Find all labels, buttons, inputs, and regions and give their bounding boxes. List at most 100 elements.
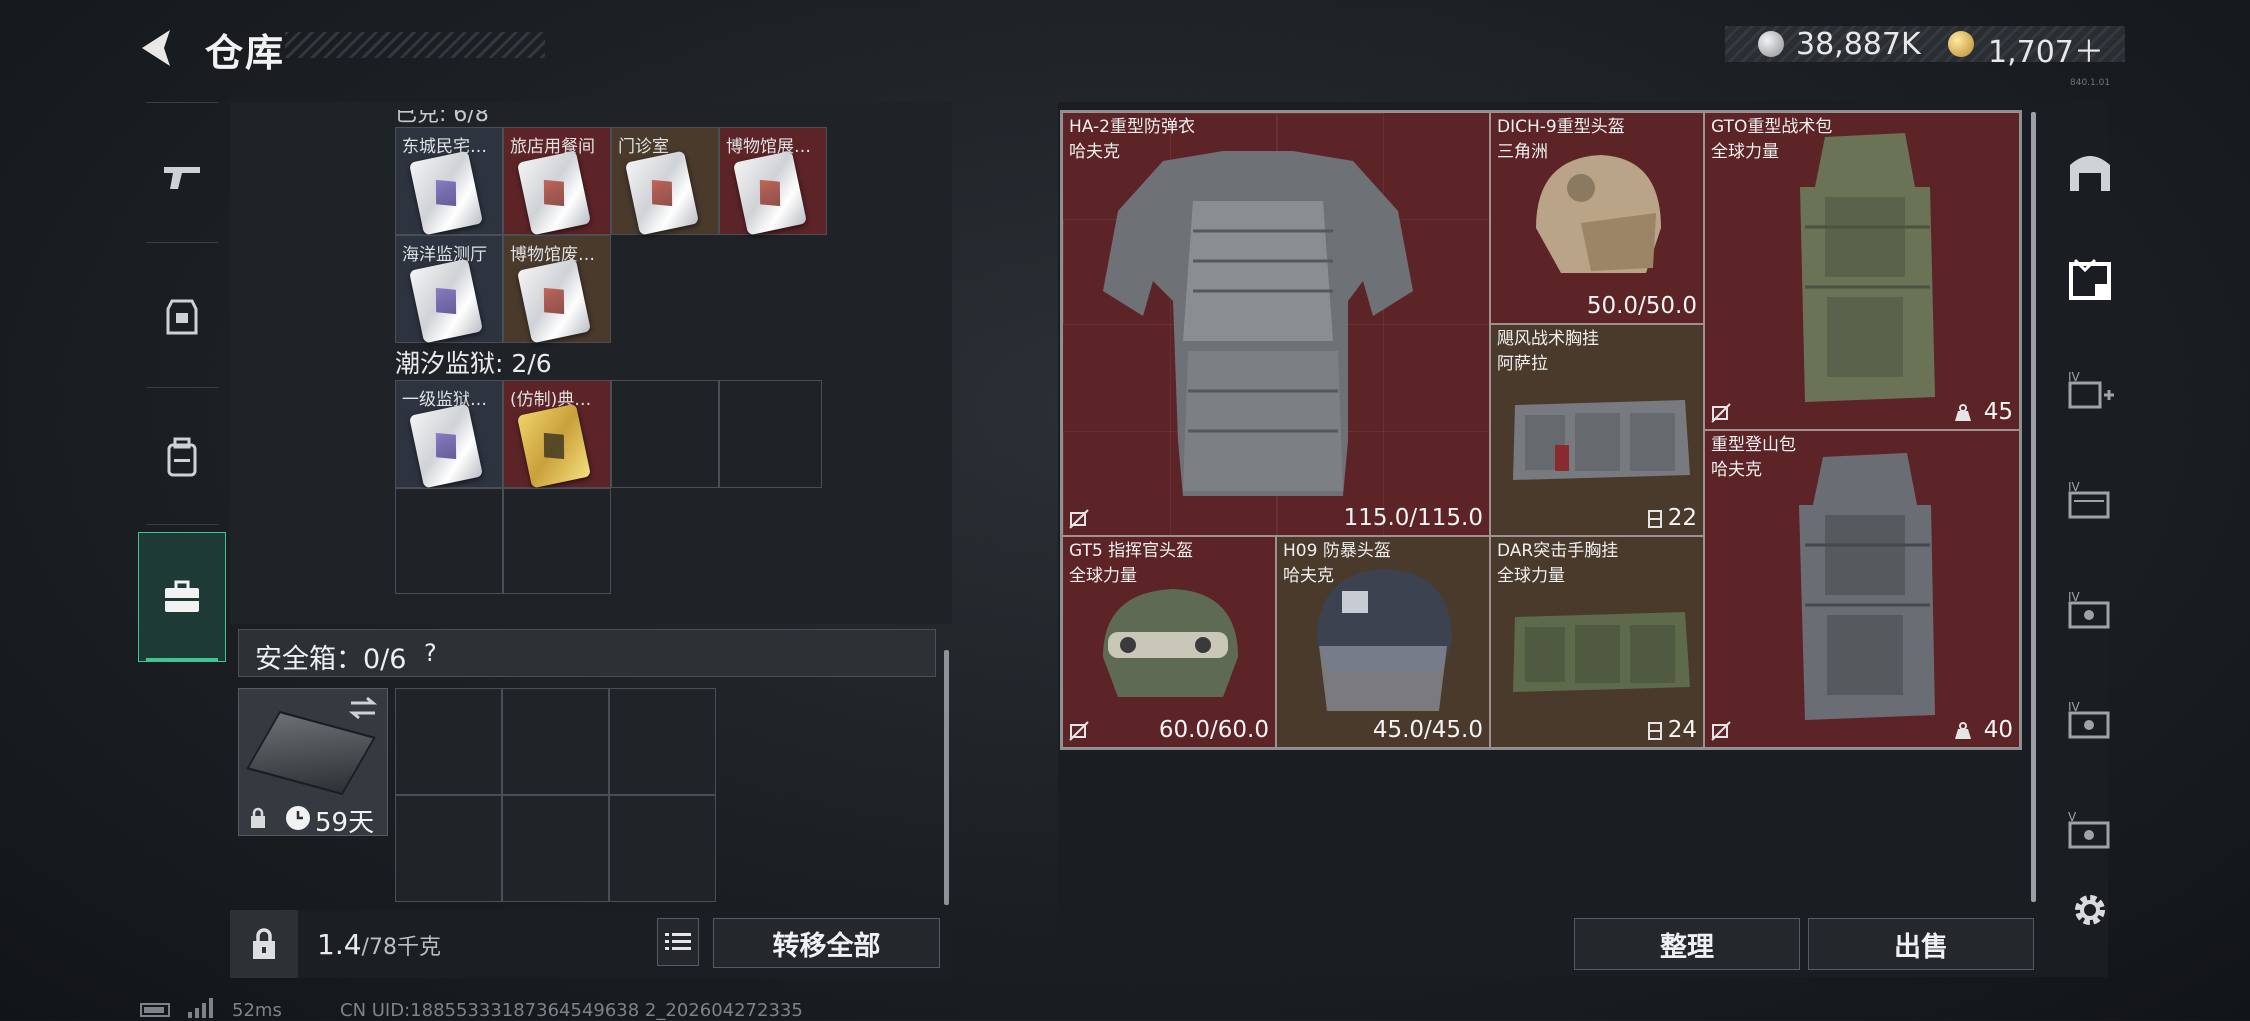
settings-button[interactable] [2045, 870, 2135, 950]
section-label-prison: 潮汐监狱: 2/6 [395, 349, 552, 378]
storage-tier-icon: IV [2068, 700, 2110, 739]
helmet-image [1317, 569, 1452, 711]
safe-slot[interactable] [502, 795, 609, 902]
chest-rig-image [1513, 612, 1690, 692]
helmet-image [1536, 155, 1661, 273]
item-capacity: 24 [1667, 717, 1697, 743]
page-title: 仓库 [205, 31, 286, 75]
nav-warehouse[interactable] [2045, 120, 2135, 220]
sell-button[interactable]: 出售 [1808, 918, 2034, 970]
safe-days-remaining: 59天 [315, 808, 375, 838]
keycard-image [732, 150, 808, 236]
weight-icon [1955, 722, 1971, 739]
item-name: GT5 指挥官头盔 [1069, 541, 1194, 561]
list-view-button[interactable] [657, 918, 699, 966]
nav-backpack[interactable] [138, 392, 226, 522]
slots-icon [1648, 510, 1662, 528]
nav-weapons[interactable] [138, 112, 226, 242]
item-name: DICH-9重型头盔 [1497, 117, 1625, 137]
ping-text: 52ms [232, 1000, 282, 1021]
right-scrollbar[interactable] [2031, 112, 2036, 902]
card-slot[interactable]: 博物馆废… [503, 235, 611, 344]
item-brand: 全球力量 [1711, 142, 1779, 162]
no-insure-icon [1069, 509, 1089, 529]
list-icon [665, 933, 691, 950]
nav-storage-4a[interactable]: IV [2045, 450, 2135, 550]
card-slot[interactable]: 博物馆展… [719, 127, 827, 236]
currency-silver: 38,887K [1796, 27, 1921, 62]
clock-icon [286, 806, 310, 830]
keycard-image [408, 150, 484, 236]
lock-button[interactable] [230, 910, 298, 978]
currency-gold[interactable]: 1,707＋ [1988, 27, 2104, 71]
item-capacity: 45 [1983, 399, 2013, 425]
armor-vest-icon [166, 299, 198, 335]
card-slot[interactable]: 门诊室 [611, 127, 719, 236]
nav-case-active[interactable] [138, 532, 226, 662]
item-durability: 50.0/50.0 [1586, 293, 1697, 319]
safe-box-label: 安全箱：0/6 [255, 644, 407, 675]
nav-storage-4b[interactable]: IV [2045, 560, 2135, 660]
card-slot[interactable]: 东城民宅… [395, 127, 503, 236]
item-capacity: 40 [1983, 717, 2013, 743]
keycard-image [516, 258, 592, 344]
signal-icon [188, 998, 213, 1018]
empty-slot[interactable] [611, 380, 719, 488]
nav-storage-active[interactable] [2045, 230, 2135, 330]
item-helmet-dich9[interactable]: DICH-9重型头盔 三角洲 50.0/50.0 [1490, 112, 1704, 324]
padlock-icon [253, 928, 275, 959]
version-text: 840.1.01 [2070, 78, 2111, 88]
briefcase-icon [165, 580, 199, 612]
gear-icon [2075, 895, 2105, 925]
nav-add-storage[interactable]: IV [2045, 340, 2135, 440]
active-indicator [146, 658, 218, 662]
item-armor[interactable]: HA-2重型防弹衣 哈夫克 115.0/115.0 [1062, 112, 1490, 536]
card-slot[interactable]: (仿制)典… [503, 380, 611, 489]
item-name: DAR突击手胸挂 [1497, 541, 1619, 561]
keycard-image [624, 150, 700, 236]
left-scrollbar[interactable] [944, 650, 949, 905]
item-rig-dar[interactable]: DAR突击手胸挂 全球力量 24 [1490, 536, 1704, 748]
empty-slot[interactable] [395, 488, 503, 594]
safe-case-image [246, 710, 376, 796]
safe-slot[interactable] [395, 795, 502, 902]
transfer-all-button[interactable]: 转移全部 [713, 918, 940, 968]
item-brand: 全球力量 [1497, 566, 1565, 586]
card-slot[interactable]: 一级监狱… [395, 380, 503, 489]
item-helmet-h09[interactable]: H09 防暴头盔 哈夫克 45.0/45.0 [1276, 536, 1490, 748]
item-helmet-gt5[interactable]: GT5 指挥官头盔 全球力量 60.0/60.0 [1062, 536, 1276, 748]
nav-gear[interactable] [138, 252, 226, 382]
safe-slot[interactable] [609, 688, 716, 795]
item-durability: 45.0/45.0 [1372, 717, 1483, 743]
storage-tier-icon: V [2068, 810, 2110, 849]
section-label-cut: 已兑: 6/8 [395, 102, 489, 127]
sort-button[interactable]: 整理 [1574, 918, 1800, 970]
safe-slot[interactable] [609, 795, 716, 902]
help-icon[interactable]: ? [424, 639, 437, 667]
item-bag-mountain[interactable]: 重型登山包 哈夫克 40 [1704, 430, 2020, 748]
back-arrow-icon[interactable] [136, 26, 180, 70]
safe-box-item[interactable]: 59天 [238, 688, 388, 838]
item-name: HA-2重型防弹衣 [1069, 117, 1195, 137]
battery-icon [140, 1003, 170, 1017]
card-slot[interactable]: 海洋监测厅 [395, 235, 503, 344]
item-rig-hurricane[interactable]: 飓风战术胸挂 阿萨拉 22 [1490, 324, 1704, 536]
item-bag-gto[interactable]: GTO重型战术包 全球力量 45 [1704, 112, 2020, 430]
lock-icon [251, 807, 265, 828]
safe-slot[interactable] [395, 688, 502, 795]
storage-box-icon [2069, 258, 2111, 300]
backpack-image [1799, 453, 1935, 720]
empty-slot[interactable] [719, 380, 822, 488]
uid-text: CN UID:18855333187364549638 2_2026042723… [340, 1000, 803, 1021]
nav-storage-4c[interactable]: IV [2045, 670, 2135, 770]
left-nav [138, 102, 226, 672]
swap-icon[interactable] [347, 695, 379, 721]
silver-coin-icon [1758, 31, 1784, 57]
warehouse-icon [2070, 156, 2110, 191]
keycard-image [408, 258, 484, 344]
empty-slot[interactable] [503, 488, 611, 594]
item-name: 重型登山包 [1711, 435, 1796, 455]
nav-storage-5[interactable]: V [2045, 780, 2135, 880]
card-slot[interactable]: 旅店用餐间 [503, 127, 611, 236]
safe-slot[interactable] [502, 688, 609, 795]
